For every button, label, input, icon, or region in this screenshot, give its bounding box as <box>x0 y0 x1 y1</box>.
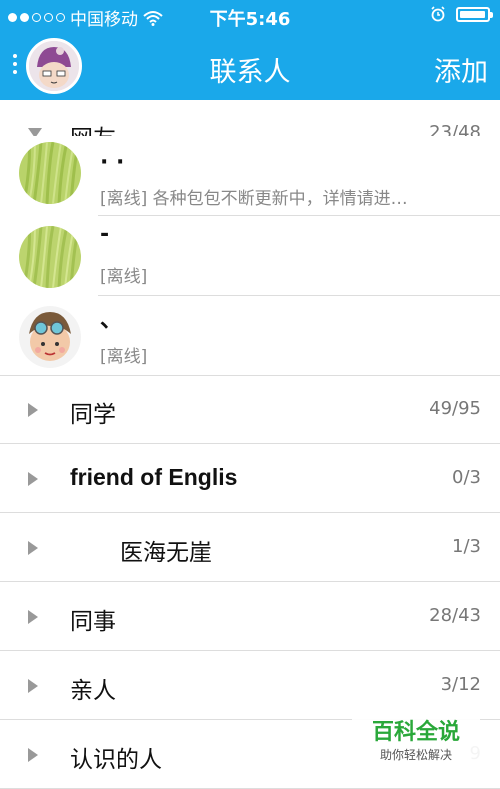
watermark-badge: 百科全说 助你轻松解决 <box>352 708 480 768</box>
contact-avatar <box>19 226 81 288</box>
group-online-count: 3/12 <box>440 674 481 695</box>
contact-item[interactable]: 、 [离线] <box>0 296 500 376</box>
group-name: 同事 <box>70 609 116 635</box>
add-contact-button[interactable]: 添加 <box>434 50 488 89</box>
contact-item[interactable]: · · [离线] 各种包包不断更新中，详情请进… <box>0 136 500 216</box>
group-online-count: 1/3 <box>452 536 481 557</box>
group-row[interactable]: 同事 28/43 <box>0 583 500 651</box>
watermark-title: 百科全说 <box>371 720 460 745</box>
group-name: 认识的人 <box>70 747 162 773</box>
navigation-bar: 联系人 添加 <box>0 32 500 100</box>
group-name: 亲人 <box>70 678 116 704</box>
group-row[interactable]: 同学 49/95 <box>0 376 500 444</box>
contact-name: - <box>100 222 110 247</box>
group-online-count: 28/43 <box>429 605 481 626</box>
group-name: friend of Englis <box>70 464 238 490</box>
page-title: 联系人 <box>209 57 291 88</box>
triangle-right-icon <box>28 679 38 693</box>
contact-name: 、 <box>100 308 123 333</box>
contact-status: [离线] <box>100 347 148 367</box>
contact-avatar <box>19 142 81 204</box>
battery-level <box>460 10 485 18</box>
alarm-clock-icon <box>431 6 445 22</box>
group-name: 同学 <box>70 402 116 428</box>
group-row[interactable]: friend of Englis 0/3 <box>0 445 500 513</box>
group-row[interactable]: 医海无崖 1/3 <box>0 514 500 582</box>
status-right <box>430 6 493 22</box>
battery-icon <box>456 6 493 22</box>
contact-name: · · <box>100 150 125 175</box>
triangle-right-icon <box>28 472 38 486</box>
group-online-count: 49/95 <box>429 398 481 419</box>
triangle-right-icon <box>28 541 38 555</box>
status-time: 下午5:46 <box>209 9 291 30</box>
triangle-right-icon <box>28 748 38 762</box>
contact-status: [离线] <box>100 267 148 287</box>
contact-avatar <box>19 306 81 368</box>
group-name: 医海无崖 <box>120 540 212 566</box>
triangle-right-icon <box>28 610 38 624</box>
contact-item[interactable]: - [离线] <box>0 216 500 296</box>
group-online-count: 0/3 <box>452 467 481 488</box>
watermark-subtitle: 助你轻松解决 <box>379 748 452 762</box>
status-bar: 中国移动 下午5:46 <box>0 0 500 32</box>
contact-status: [离线] 各种包包不断更新中，详情请进… <box>100 189 408 209</box>
triangle-right-icon <box>28 403 38 417</box>
